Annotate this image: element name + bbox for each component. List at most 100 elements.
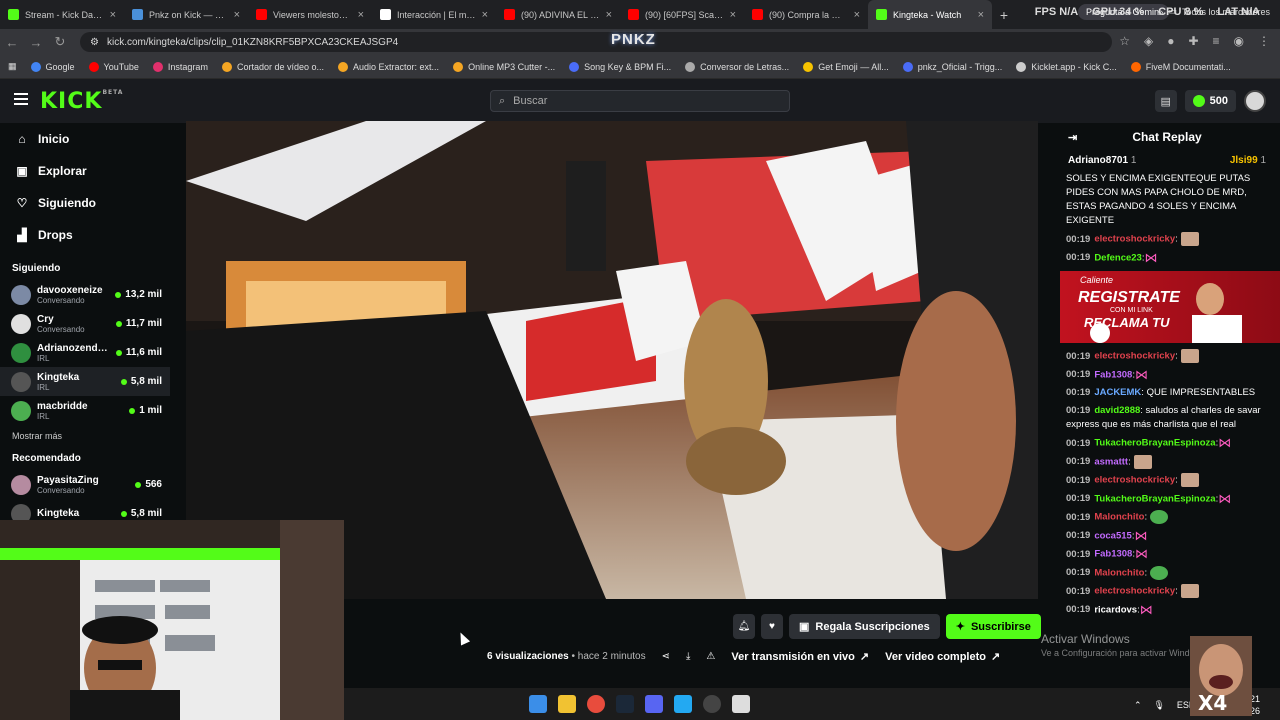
message-username[interactable]: asmattt xyxy=(1094,456,1128,467)
bookmark-star-icon[interactable]: ☆ xyxy=(1119,34,1130,48)
channel-item[interactable]: davooxeneize Conversando 13,2 mil xyxy=(0,280,170,309)
windows-start-icon[interactable] xyxy=(529,695,547,713)
more-menu-icon[interactable]: ⋮ xyxy=(1258,34,1270,48)
watch-full-video-link[interactable]: Ver video completo ↗ xyxy=(885,650,1000,664)
bookmark-item[interactable]: Google xyxy=(30,61,75,72)
browser-tab[interactable]: Kingteka - Watch × xyxy=(868,0,992,29)
sidebar-item-drops[interactable]: ▟ Drops xyxy=(0,219,170,251)
hamburger-menu-icon[interactable] xyxy=(14,93,28,108)
profile-icon[interactable]: ◉ xyxy=(1234,34,1244,48)
message-username[interactable]: Fab1308 xyxy=(1094,549,1132,560)
message-username[interactable]: electroshockricky xyxy=(1094,234,1175,245)
browser-tab[interactable]: (90) ADIVINA EL PITU × xyxy=(496,0,620,29)
steam-icon[interactable] xyxy=(616,695,634,713)
show-more-link[interactable]: Mostrar más xyxy=(0,431,170,441)
message-username[interactable]: coca515 xyxy=(1094,530,1132,541)
forward-icon[interactable]: → xyxy=(24,35,48,50)
bookmark-item[interactable]: FiveM Documentati... xyxy=(1130,61,1231,72)
share-icon[interactable]: ⋖ xyxy=(662,651,670,662)
apps-icon[interactable]: ▦ xyxy=(8,61,17,72)
chevron-up-icon[interactable]: ⌃ xyxy=(1134,700,1142,711)
puzzle-icon[interactable]: ✚ xyxy=(1188,34,1198,48)
message-username[interactable]: TukacheroBrayanEspinoza xyxy=(1094,493,1215,504)
sidebar-item-inicio[interactable]: ⌂ Inicio xyxy=(0,123,170,155)
message-username[interactable]: ricardovs xyxy=(1094,604,1137,615)
close-tab-icon[interactable]: × xyxy=(854,9,860,21)
discord-icon[interactable] xyxy=(645,695,663,713)
close-tab-icon[interactable]: × xyxy=(606,9,612,21)
bookmark-item[interactable]: Instagram xyxy=(152,61,208,72)
site-info-icon[interactable]: ⚙ xyxy=(90,37,99,48)
bookmarks-more-icon[interactable]: » xyxy=(1158,7,1163,17)
message-username[interactable]: electroshockricky xyxy=(1094,475,1175,486)
bookmark-item[interactable]: YouTube xyxy=(88,61,139,72)
bookmark-item[interactable]: Conversor de Letras... xyxy=(685,61,789,72)
library-icon[interactable]: ▤ xyxy=(1154,90,1177,112)
close-tab-icon[interactable]: × xyxy=(482,9,488,21)
close-tab-icon[interactable]: × xyxy=(358,9,364,21)
subscribe-button[interactable]: ✦ Suscribirse xyxy=(945,614,1041,639)
report-icon[interactable]: ⚠ xyxy=(706,651,715,662)
message-username[interactable]: TukacheroBrayanEspinoza xyxy=(1094,438,1215,449)
channel-avatar xyxy=(11,400,31,421)
collapse-chat-icon[interactable]: ⇥ xyxy=(1068,131,1077,144)
bookmark-item[interactable]: Get Emoji — All... xyxy=(803,61,889,72)
close-tab-icon[interactable]: × xyxy=(730,9,736,21)
bookmark-item[interactable]: Cortador de vídeo o... xyxy=(221,61,324,72)
search-input[interactable]: ⌕ Buscar xyxy=(490,90,790,112)
media-icon[interactable]: ≡ xyxy=(1213,34,1220,48)
promo-banner[interactable]: Caliente REGISTRATE CON MI LINK RECLAMA … xyxy=(1060,271,1280,344)
download-icon[interactable]: ⤓ xyxy=(686,651,690,662)
new-tab-button[interactable]: + xyxy=(992,7,1016,23)
browser-tab[interactable]: Stream - Kick Dashbo × xyxy=(0,0,124,29)
bookmark-item[interactable]: Song Key & BPM Fi... xyxy=(569,61,671,72)
bell-icon[interactable]: 🔔︎ xyxy=(733,614,755,639)
bookmark-item[interactable]: Kicklet.app - Kick C... xyxy=(1016,61,1117,72)
obs-icon[interactable] xyxy=(703,695,721,713)
message-username[interactable]: Fab1308 xyxy=(1094,369,1132,380)
browser-tab[interactable]: Interacción | El mejor × xyxy=(372,0,496,29)
bookmark-item[interactable]: Online MP3 Cutter -... xyxy=(453,61,555,72)
browser-tab[interactable]: (90) Compra la mejor × xyxy=(744,0,868,29)
channel-item[interactable]: Cry Conversando 11,7 mil xyxy=(0,309,170,338)
message-username[interactable]: electroshockricky xyxy=(1094,586,1175,597)
sidebar-item-explorar[interactable]: ▣ Explorar xyxy=(0,155,170,187)
vscode-icon[interactable] xyxy=(674,695,692,713)
chrome-icon[interactable] xyxy=(587,695,605,713)
gift-subscriptions-button[interactable]: ▣ Regala Suscripciones xyxy=(789,614,940,639)
channel-item[interactable]: macbridde IRL 1 mil xyxy=(0,396,170,425)
chat-replay-panel: ⇥ Chat Replay Adriano8701 1 Jlsi99 1 SOL… xyxy=(1054,123,1280,683)
bookmark-item[interactable]: Audio Extractor: ext... xyxy=(338,61,439,72)
message-username[interactable]: Malonchito xyxy=(1094,512,1144,523)
browser-tab[interactable]: Viewers molestos con × xyxy=(248,0,372,29)
back-icon[interactable]: ← xyxy=(0,35,24,50)
microphone-icon[interactable]: 🎙︎ xyxy=(1153,700,1164,711)
message-username[interactable]: electroshockricky xyxy=(1094,351,1175,362)
sidebar-item-siguiendo[interactable]: ♡ Siguiendo xyxy=(0,187,170,219)
kick-logo[interactable]: KICKBETA xyxy=(40,89,123,114)
close-tab-icon[interactable]: × xyxy=(234,9,240,21)
url-input[interactable]: ⚙ kick.com/kingteka/clips/clip_01KZN8KRF… xyxy=(80,32,1112,52)
watch-live-link[interactable]: Ver transmisión en vivo ↗ xyxy=(731,650,869,664)
heart-icon[interactable]: ♥ xyxy=(761,614,783,639)
message-username[interactable]: david2888 xyxy=(1094,405,1140,416)
close-tab-icon[interactable]: × xyxy=(110,9,116,21)
channel-item[interactable]: PayasitaZing Conversando 566 xyxy=(0,470,170,499)
reload-icon[interactable]: ↻ xyxy=(48,34,72,50)
bookmark-item[interactable]: pnkz_Oficial - Trigg... xyxy=(902,61,1002,72)
message-username[interactable]: Defence23 xyxy=(1094,252,1142,263)
message-username[interactable]: JACKEMK xyxy=(1094,387,1141,398)
user-avatar[interactable] xyxy=(1244,90,1266,112)
channel-item[interactable]: Adrianozendej... IRL 11,6 mil xyxy=(0,338,170,367)
close-tab-icon[interactable]: × xyxy=(978,9,984,21)
extension-icon[interactable]: ◈ xyxy=(1144,34,1153,48)
channel-item[interactable]: Kingteka IRL 5,8 mil xyxy=(0,367,170,396)
all-bookmarks[interactable]: » ▭ Todos los marcadores xyxy=(1158,6,1270,17)
points-button[interactable]: 500 xyxy=(1184,90,1236,112)
file-explorer-icon[interactable] xyxy=(558,695,576,713)
extension-icon[interactable]: ● xyxy=(1167,34,1174,48)
app-icon[interactable] xyxy=(732,695,750,713)
browser-tab[interactable]: Pnkz on Kick — Enga × xyxy=(124,0,248,29)
browser-tab[interactable]: (90) [60FPS] Scarface × xyxy=(620,0,744,29)
message-username[interactable]: Malonchito xyxy=(1094,567,1144,578)
